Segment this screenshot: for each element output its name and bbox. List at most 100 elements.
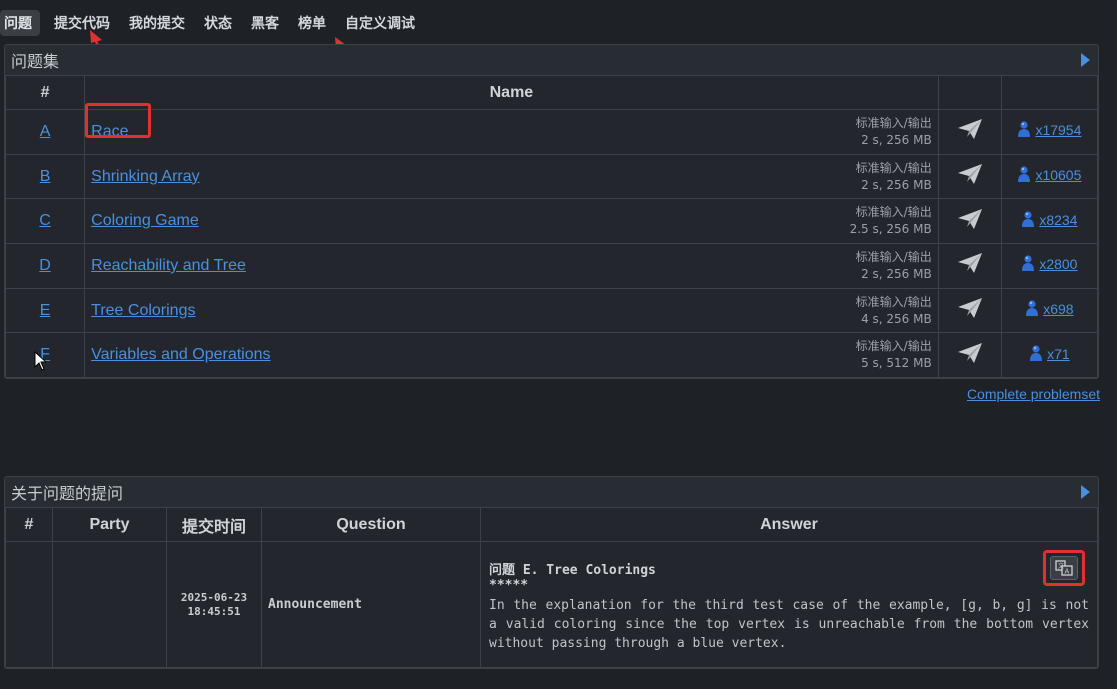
top-nav: 问题 提交代码 我的提交 状态 黑客 榜单 自定义调试 bbox=[0, 9, 429, 37]
solved-count-link[interactable]: x698 bbox=[1025, 299, 1074, 317]
problemset-header: 问题集 bbox=[5, 45, 1098, 75]
problems-table: # Name A Race 标准输入/输出 2 s, 256 MB x17954… bbox=[4, 75, 1099, 379]
problem-name-cell: Variables and Operations 标准输入/输出 5 s, 51… bbox=[84, 332, 939, 379]
complete-problemset-link[interactable]: Complete problemset bbox=[967, 386, 1100, 402]
problem-name-link[interactable]: Coloring Game bbox=[91, 212, 199, 230]
problem-index-link[interactable]: D bbox=[39, 257, 51, 274]
user-icon bbox=[1022, 255, 1035, 272]
problem-name-link[interactable]: Shrinking Array bbox=[91, 168, 200, 186]
submit-cell bbox=[937, 243, 1002, 289]
nav-tab-custom-invocation[interactable]: 自定义调试 bbox=[340, 10, 420, 36]
solved-count-link[interactable]: x71 bbox=[1029, 344, 1070, 362]
problem-index-link[interactable]: C bbox=[39, 212, 51, 229]
solved-count[interactable]: x71 bbox=[1047, 346, 1070, 362]
header-name[interactable]: Name bbox=[84, 75, 939, 110]
answer-body: In the explanation for the third test ca… bbox=[489, 597, 1089, 651]
problem-name-cell: Reachability and Tree 标准输入/输出 2 s, 256 M… bbox=[84, 243, 939, 289]
q-cell-party bbox=[52, 541, 167, 668]
nav-tab-hacks[interactable]: 黑客 bbox=[246, 10, 284, 36]
solved-count[interactable]: x8234 bbox=[1039, 212, 1077, 228]
solved-cell: x2800 bbox=[1000, 243, 1099, 289]
q-header-hash: # bbox=[5, 507, 53, 542]
submit-cell bbox=[937, 198, 1002, 245]
q-cell-question: Announcement bbox=[261, 541, 481, 668]
problem-index-cell: D bbox=[4, 243, 86, 289]
problem-limits: 标准输入/输出 5 s, 512 MB bbox=[856, 338, 932, 372]
nav-tab-status[interactable]: 状态 bbox=[199, 10, 237, 36]
solved-count-link[interactable]: x8234 bbox=[1021, 210, 1077, 228]
user-icon bbox=[1022, 211, 1035, 227]
paper-plane-icon[interactable] bbox=[957, 118, 983, 140]
header-submit bbox=[937, 75, 1002, 110]
problem-time-memory: 4 s, 256 MB bbox=[861, 311, 932, 326]
solved-count[interactable]: x17954 bbox=[1035, 122, 1081, 138]
translate-icon: 文 A bbox=[1050, 556, 1078, 580]
problem-row: F Variables and Operations 标准输入/输出 5 s, … bbox=[4, 332, 1099, 379]
problem-index-link[interactable]: E bbox=[40, 302, 51, 319]
q-header-question: Question bbox=[261, 507, 481, 542]
problem-row: C Coloring Game 标准输入/输出 2.5 s, 256 MB x8… bbox=[4, 198, 1099, 245]
problem-limits: 标准输入/输出 2 s, 256 MB bbox=[856, 115, 932, 149]
solved-cell: x10605 bbox=[1000, 153, 1099, 200]
paper-plane-icon[interactable] bbox=[957, 163, 983, 185]
problem-row: B Shrinking Array 标准输入/输出 2 s, 256 MB x1… bbox=[4, 153, 1099, 200]
submit-cell bbox=[937, 109, 1002, 155]
problemset-title: 问题集 bbox=[11, 52, 60, 71]
q-time: 18:45:51 bbox=[187, 604, 241, 618]
solved-count[interactable]: x2800 bbox=[1039, 256, 1077, 272]
solved-cell: x8234 bbox=[1000, 198, 1099, 245]
triangle-right-icon[interactable] bbox=[1081, 53, 1090, 67]
user-icon bbox=[1018, 121, 1031, 138]
paper-plane-icon[interactable] bbox=[957, 297, 983, 319]
problem-io: 标准输入/输出 bbox=[855, 339, 932, 354]
paper-plane-icon[interactable] bbox=[957, 342, 983, 364]
problem-index-cell: C bbox=[4, 198, 86, 245]
user-icon bbox=[1030, 345, 1043, 361]
q-date: 2025-06-23 bbox=[180, 590, 248, 604]
solved-count-link[interactable]: x17954 bbox=[1017, 120, 1081, 138]
solved-count[interactable]: x698 bbox=[1043, 301, 1073, 317]
questions-header: 关于问题的提问 bbox=[5, 477, 1098, 507]
problem-io: 标准输入/输出 bbox=[855, 115, 932, 130]
problem-index-link[interactable]: A bbox=[40, 123, 51, 140]
q-cell-time: 2025-06-23 18:45:51 bbox=[166, 541, 262, 668]
problem-name-link[interactable]: Variables and Operations bbox=[91, 346, 270, 364]
questions-panel: 关于问题的提问 # Party 提交时间 Question Answer 202… bbox=[4, 476, 1099, 669]
user-icon bbox=[1026, 300, 1039, 317]
solved-cell: x698 bbox=[1000, 287, 1099, 334]
header-solved bbox=[1000, 75, 1099, 110]
paper-plane-icon[interactable] bbox=[957, 252, 983, 274]
problem-row: D Reachability and Tree 标准输入/输出 2 s, 256… bbox=[4, 243, 1099, 289]
nav-tab-my-submissions[interactable]: 我的提交 bbox=[124, 10, 190, 36]
nav-tab-problems[interactable]: 问题 bbox=[0, 10, 40, 36]
solved-count-link[interactable]: x10605 bbox=[1017, 165, 1081, 183]
questions-table: # Party 提交时间 Question Answer 2025-06-23 … bbox=[5, 507, 1098, 668]
submit-cell bbox=[937, 153, 1002, 200]
problem-name-link[interactable]: Tree Colorings bbox=[91, 302, 195, 320]
triangle-right-icon[interactable] bbox=[1081, 485, 1090, 499]
header-idx: # bbox=[4, 75, 86, 110]
problem-limits: 标准输入/输出 2.5 s, 256 MB bbox=[850, 204, 932, 238]
problem-index-link[interactable]: B bbox=[40, 168, 51, 185]
problem-limits: 标准输入/输出 4 s, 256 MB bbox=[856, 294, 932, 328]
paper-plane-icon[interactable] bbox=[957, 208, 983, 230]
problem-time-memory: 2.5 s, 256 MB bbox=[849, 222, 932, 237]
problem-io: 标准输入/输出 bbox=[855, 294, 932, 309]
problem-time-memory: 5 s, 512 MB bbox=[861, 356, 932, 371]
svg-text:A: A bbox=[1065, 568, 1070, 576]
problem-name-link[interactable]: Reachability and Tree bbox=[91, 257, 246, 275]
mouse-cursor-icon bbox=[34, 351, 46, 371]
problem-io: 标准输入/输出 bbox=[855, 160, 932, 175]
problem-row: A Race 标准输入/输出 2 s, 256 MB x17954 bbox=[4, 102, 1099, 155]
problem-io: 标准输入/输出 bbox=[855, 249, 932, 264]
q-cell-hash bbox=[5, 541, 53, 668]
solved-count[interactable]: x10605 bbox=[1035, 167, 1081, 183]
solved-count-link[interactable]: x2800 bbox=[1021, 254, 1077, 272]
problem-index-cell: E bbox=[4, 287, 86, 334]
problem-limits: 标准输入/输出 2 s, 256 MB bbox=[856, 160, 932, 194]
question-row: 2025-06-23 18:45:51 Announcement 问题 E. T… bbox=[5, 541, 1098, 668]
problem-io: 标准输入/输出 bbox=[855, 205, 932, 220]
submit-cell bbox=[937, 332, 1002, 379]
nav-tab-standings[interactable]: 榜单 bbox=[293, 10, 331, 36]
translate-button[interactable]: 文 A bbox=[1043, 550, 1085, 586]
